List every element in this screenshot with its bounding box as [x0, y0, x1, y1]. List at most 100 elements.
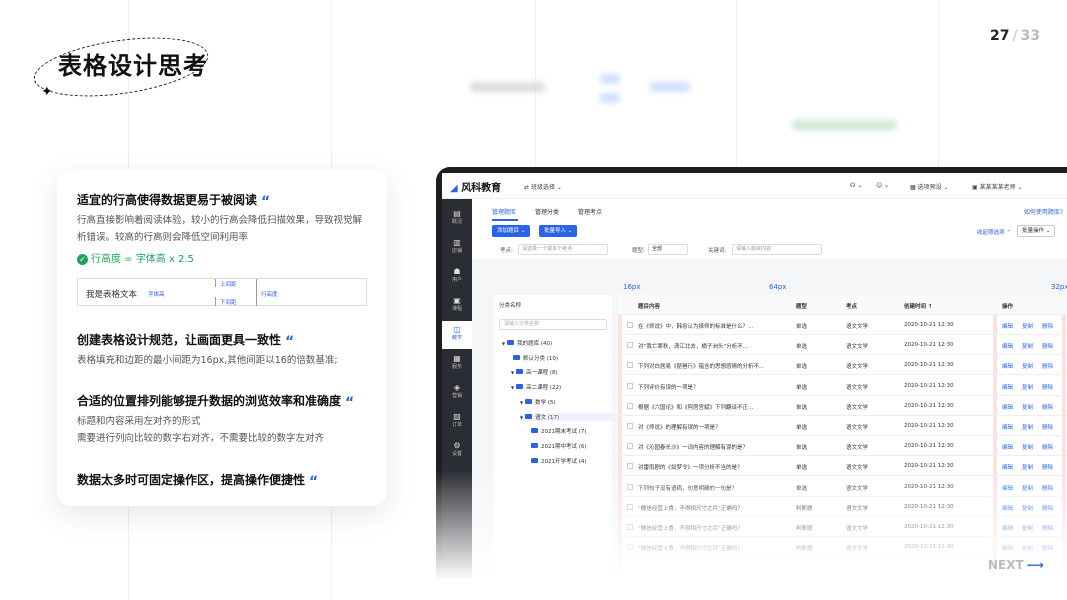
- delete-link[interactable]: 删除: [1042, 342, 1053, 350]
- delete-link[interactable]: 删除: [1042, 322, 1053, 330]
- row-checkbox[interactable]: [627, 402, 633, 409]
- delete-link[interactable]: 删除: [1042, 362, 1053, 370]
- col-header-actions: 操作: [1002, 304, 1014, 310]
- quote-icon: “: [345, 395, 355, 411]
- copy-link[interactable]: 复制: [1022, 403, 1033, 411]
- tree-search-input[interactable]: 请输入分类名称: [499, 319, 607, 330]
- tree-header: 分类名称: [499, 303, 522, 309]
- row-checkbox[interactable]: [627, 382, 633, 389]
- copy-link[interactable]: 复制: [1022, 423, 1033, 431]
- class-switch[interactable]: ⇄ 班级选择 ⌄: [524, 182, 562, 191]
- sidebar-item-7[interactable]: ▧ 订单: [442, 408, 472, 436]
- sidebar-item-label: 订单: [451, 422, 462, 428]
- cell-kp: 语文文学: [846, 384, 869, 391]
- sidebar-item-5[interactable]: ▦ 服务: [442, 350, 472, 378]
- kp-select[interactable]: 请选择一个或多个考点: [518, 244, 608, 255]
- cell-type: 单选: [796, 425, 808, 431]
- blurred-decoration: [650, 82, 690, 92]
- section-body: 行高直接影响着阅读体验，较小的行高会降低扫描效果，导致视觉解析错误。较高的行高则…: [77, 215, 363, 243]
- tree-node[interactable]: ▼ 语文 (17): [520, 412, 620, 421]
- cell-type: 单选: [796, 404, 808, 411]
- cell-time: 2020-10-21 12:30: [904, 402, 954, 409]
- delete-link[interactable]: 删除: [1042, 423, 1053, 431]
- type-filter-label: 题型:: [632, 248, 645, 254]
- spacing-marker: [215, 297, 216, 306]
- row-checkbox[interactable]: [627, 443, 633, 450]
- copy-link[interactable]: 复制: [1022, 383, 1033, 391]
- row-checkbox[interactable]: [627, 362, 633, 369]
- edit-link[interactable]: 编辑: [1002, 423, 1013, 431]
- col-header-kp: 考点: [846, 304, 858, 310]
- next-button[interactable]: NEXT ⟶: [988, 558, 1044, 572]
- edit-link[interactable]: 编辑: [1002, 342, 1013, 350]
- keyword-input[interactable]: 请输入题目内容: [732, 244, 822, 255]
- tree-node[interactable]: ▼ 高一课程 (8): [511, 368, 558, 376]
- tree-node[interactable]: ▼ 数学 (5): [520, 398, 556, 406]
- col-header-time[interactable]: 创建时间 ↑: [904, 302, 933, 310]
- tree-node[interactable]: 2021期中考试 (6): [529, 442, 587, 450]
- edit-link[interactable]: 编辑: [1002, 383, 1013, 391]
- formula-line: ✓ 行高度 = 字体高 x 2.5: [77, 250, 371, 265]
- account-menu[interactable]: ▣ 某某某某老师 ⌄: [972, 182, 1023, 191]
- tree-node[interactable]: ▼ 高二课程 (22): [511, 383, 561, 391]
- edit-link[interactable]: 编辑: [1002, 322, 1013, 330]
- section-consistency: 创建表格设计规范，让画面更具一致性 “ 表格填充和边距的最小间距为16px,其他间…: [77, 332, 371, 369]
- sidebar-item-3[interactable]: ▣ 课程: [442, 292, 472, 320]
- copy-link[interactable]: 复制: [1022, 342, 1033, 350]
- tree-node[interactable]: 2021期末考试 (7): [529, 427, 587, 435]
- row-checkbox[interactable]: [627, 342, 633, 349]
- cell-time: 2020-10-21 12:30: [904, 463, 954, 470]
- edit-link[interactable]: 编辑: [1002, 443, 1013, 451]
- headset-icon[interactable]: ☊ ⌄: [850, 182, 862, 189]
- collapse-filters-link[interactable]: 收起筛选项 ⌃: [977, 228, 1011, 236]
- sidebar-item-6[interactable]: ◈ 营销: [442, 379, 472, 407]
- tree-node[interactable]: ▼ 我的题库 (40): [502, 339, 552, 347]
- page-current: 27: [990, 28, 1010, 44]
- copy-link[interactable]: 复制: [1022, 322, 1033, 330]
- heading-text: 创建表格设计规范，让画面更具一致性: [77, 333, 282, 347]
- copy-link[interactable]: 复制: [1022, 362, 1033, 370]
- folder-icon: [531, 457, 538, 463]
- app-logo[interactable]: ◢ 风科教育: [450, 179, 501, 194]
- sidebar-item-0[interactable]: ▤ 概况: [442, 205, 472, 233]
- tab-question-bank[interactable]: 管理题库: [492, 207, 516, 216]
- row-checkbox[interactable]: [627, 423, 633, 429]
- heading-text: 数据太多时可固定操作区，提高操作便捷性: [77, 473, 306, 487]
- tree-node[interactable]: 默认分类 (10): [511, 354, 558, 362]
- delete-link[interactable]: 删除: [1042, 383, 1053, 391]
- edit-link[interactable]: 编辑: [1002, 403, 1013, 411]
- sidebar-item-2[interactable]: ☗ 用户: [442, 263, 472, 291]
- row-checkbox[interactable]: [627, 322, 633, 328]
- user-icon[interactable]: ☺ ⌄: [876, 182, 889, 189]
- batch-action-button[interactable]: 批量操作 ⌄: [1017, 225, 1056, 237]
- cell-content: 对“我亡寒秋，潇江北去，橘子洲头”分析不...: [638, 344, 748, 351]
- sidebar-item-1[interactable]: ▥ 店铺: [442, 234, 472, 262]
- type-select[interactable]: 全部: [648, 244, 688, 255]
- delete-link[interactable]: 删除: [1042, 403, 1053, 411]
- page-title: 表格设计思考: [58, 52, 208, 80]
- preset-menu[interactable]: ▦ 选项预设 ⌄: [910, 182, 949, 191]
- app-topbar: ◢ 风科教育 ⇄ 班级选择 ⌄ ☊ ⌄ ☺ ⌄ ▦ 选项预设 ⌄ ▣ 某某某某老…: [442, 173, 1067, 199]
- sidebar-icon: ▦: [453, 354, 461, 363]
- tab-knowledge-points[interactable]: 管理考点: [578, 207, 602, 216]
- sidebar-item-8[interactable]: ⚙ 设置: [442, 437, 472, 465]
- row-checkbox[interactable]: [627, 463, 633, 470]
- cell-type: 单选: [796, 445, 808, 452]
- sidebar-item-4[interactable]: ◫ 教学: [442, 321, 472, 349]
- caret-icon: ▼: [520, 399, 524, 405]
- spacing-annotation: 32px: [1051, 283, 1067, 291]
- tree-node-label: 高二课程 (22): [526, 385, 562, 392]
- add-question-button[interactable]: 添加题目 ⌄: [492, 225, 531, 237]
- cell-time: 2020-10-21 12:30: [904, 423, 954, 429]
- tree-node[interactable]: 2021开学考试 (4): [529, 457, 587, 465]
- edit-link[interactable]: 编辑: [1002, 362, 1013, 370]
- section-fixed-actions: 数据太多时可固定操作区，提高操作便捷性 “: [77, 472, 371, 490]
- class-switch-label: 班级选择: [530, 184, 555, 191]
- copy-link[interactable]: 复制: [1022, 443, 1033, 451]
- delete-link[interactable]: 删除: [1042, 443, 1053, 451]
- bulk-import-button[interactable]: 批量导入 ⌄: [539, 225, 578, 237]
- caret-icon: ▼: [511, 385, 515, 391]
- tab-categories[interactable]: 管理分类: [535, 207, 559, 216]
- table-row: 在《师说》中，韩愈认为择师的标准是什么？... 单选 语文文学 2020-10-21 …: [618, 315, 1067, 335]
- help-link[interactable]: 如何使用题库?: [1024, 207, 1063, 216]
